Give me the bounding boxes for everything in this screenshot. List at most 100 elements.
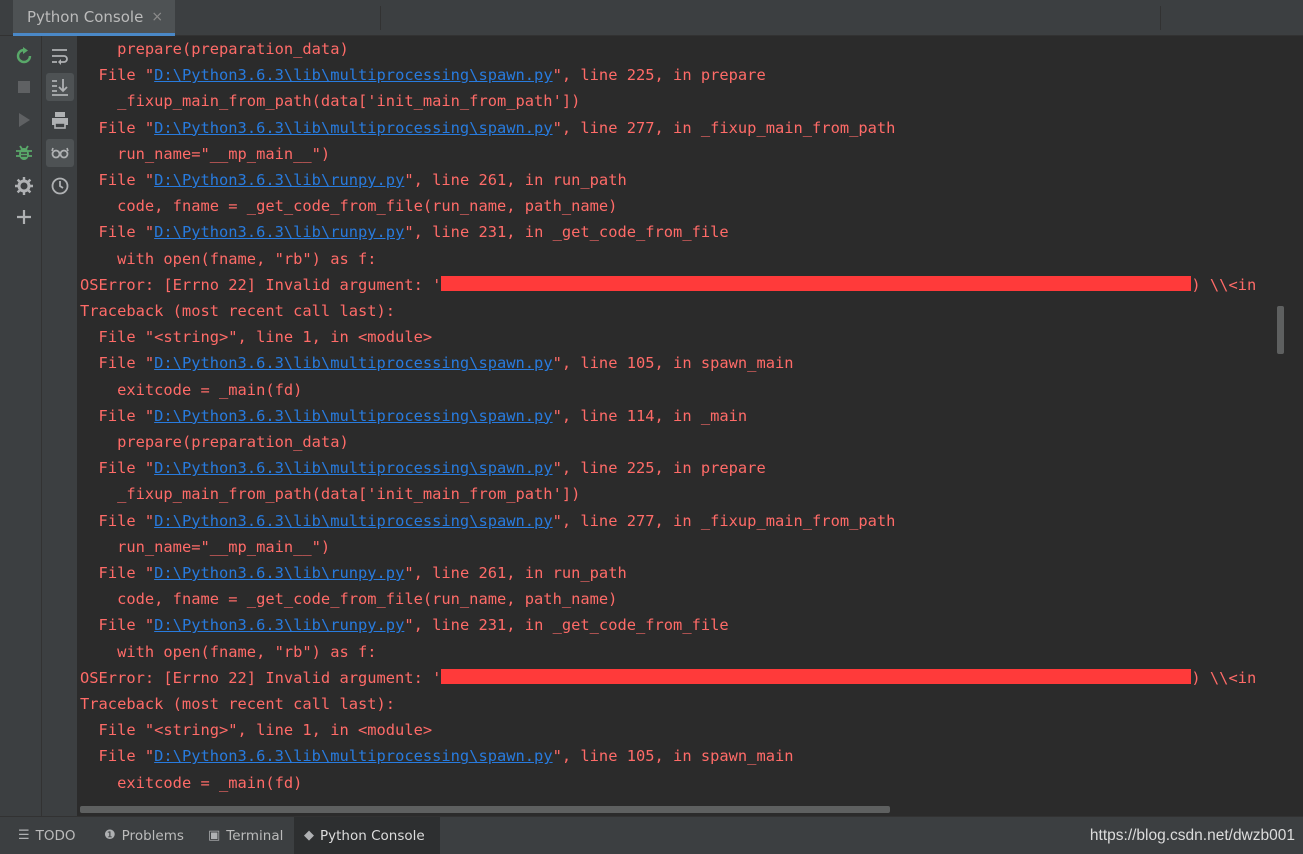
console-line: run_name="__mp_main__") — [80, 534, 330, 560]
console-text: exitcode = _main(fd) — [117, 773, 303, 792]
console-line: File "D:\Python3.6.3\lib\multiprocessing… — [80, 743, 794, 769]
console-text: code, fname = _get_code_from_file(run_na… — [117, 197, 618, 216]
console-output[interactable]: prepare(preparation_data) File "D:\Pytho… — [78, 36, 1290, 808]
terminal-icon: ▣ — [208, 828, 221, 843]
console-text: ) \\<in — [1191, 668, 1257, 687]
console-line: run_name="__mp_main__") — [80, 141, 330, 167]
tab-terminal[interactable]: ▣ Terminal — [198, 817, 293, 854]
tab-python-console[interactable]: Python Console × — [13, 0, 176, 36]
rerun-icon[interactable] — [10, 42, 38, 70]
console-text: File " — [98, 118, 155, 137]
console-text: File "<string>", line 1, in <module> — [98, 328, 433, 347]
close-icon[interactable]: × — [151, 9, 163, 25]
console-text: File " — [98, 459, 155, 478]
redacted-path — [441, 276, 1192, 292]
python-icon: ◆ — [304, 828, 314, 843]
file-link[interactable]: D:\Python3.6.3\lib\runpy.py — [154, 171, 404, 189]
debug-icon[interactable] — [10, 139, 38, 167]
console-line: prepare(preparation_data) — [80, 429, 349, 455]
file-link[interactable]: D:\Python3.6.3\lib\multiprocessing\spawn… — [154, 747, 552, 765]
history-icon[interactable] — [46, 172, 74, 200]
stop-icon[interactable] — [10, 73, 38, 101]
console-line: code, fname = _get_code_from_file(run_na… — [80, 586, 617, 612]
tab-python-console-bottom[interactable]: ◆ Python Console — [294, 817, 440, 854]
console-line: exitcode = _main(fd) — [80, 770, 302, 796]
console-text: with open(fname, "rb") as f: — [117, 249, 377, 268]
file-link[interactable]: D:\Python3.6.3\lib\runpy.py — [154, 616, 404, 634]
settings-icon[interactable] — [10, 172, 38, 200]
console-line: _fixup_main_from_path(data['init_main_fr… — [80, 481, 580, 507]
file-link[interactable]: D:\Python3.6.3\lib\runpy.py — [154, 564, 404, 582]
tab-todo[interactable]: ☰ TODO — [8, 817, 86, 854]
tab-python-console-label: Python Console — [320, 827, 425, 844]
console-text: ", line 277, in _fixup_main_from_path — [552, 511, 896, 530]
console-toolbar-primary — [0, 36, 42, 816]
console-text: ", line 261, in run_path — [404, 564, 627, 582]
console-text: prepare(preparation_data) — [117, 433, 349, 451]
console-line: OSError: [Errno 22] Invalid argument: ')… — [80, 665, 1256, 691]
console-text: code, fname = _get_code_from_file(run_na… — [117, 590, 618, 609]
horizontal-scrollbar[interactable] — [80, 806, 890, 813]
console-text: ", line 225, in prepare — [552, 459, 766, 478]
console-line: exitcode = _main(fd) — [80, 377, 302, 403]
console-line: File "D:\Python3.6.3\lib\runpy.py", line… — [80, 219, 729, 245]
vertical-scrollbar[interactable] — [1277, 306, 1284, 354]
problems-icon: ❶ — [104, 828, 116, 843]
console-line: File "D:\Python3.6.3\lib\multiprocessing… — [80, 403, 748, 429]
console-line: File "D:\Python3.6.3\lib\multiprocessing… — [80, 508, 896, 534]
console-text: Traceback (most recent call last): — [80, 302, 396, 320]
console-text: exitcode = _main(fd) — [117, 380, 303, 399]
file-link[interactable]: D:\Python3.6.3\lib\runpy.py — [154, 223, 404, 241]
console-text: ", line 231, in _get_code_from_file — [404, 616, 729, 635]
tab-divider — [380, 6, 381, 30]
console-line: File "D:\Python3.6.3\lib\runpy.py", line… — [80, 167, 627, 193]
console-line: File "D:\Python3.6.3\lib\multiprocessing… — [80, 115, 896, 141]
console-line: File "D:\Python3.6.3\lib\multiprocessing… — [80, 350, 794, 376]
console-text: File " — [98, 616, 155, 635]
file-link[interactable]: D:\Python3.6.3\lib\multiprocessing\spawn… — [154, 407, 552, 425]
tab-problems-label: Problems — [121, 827, 184, 844]
file-link[interactable]: D:\Python3.6.3\lib\multiprocessing\spawn… — [154, 354, 552, 372]
console-text: File " — [98, 354, 155, 373]
redacted-path — [441, 669, 1192, 685]
console-line: _fixup_main_from_path(data['init_main_fr… — [80, 88, 580, 114]
console-text: ", line 105, in spawn_main — [552, 354, 794, 373]
console-line: prepare(preparation_data) — [80, 36, 349, 62]
soft-wrap-icon[interactable] — [46, 42, 74, 70]
console-text: File " — [98, 511, 155, 530]
file-link[interactable]: D:\Python3.6.3\lib\multiprocessing\spawn… — [154, 459, 552, 477]
console-text: ) \\<in — [1191, 275, 1257, 294]
show-variables-icon[interactable] — [46, 139, 74, 167]
console-text: File " — [98, 171, 155, 189]
todo-icon: ☰ — [18, 828, 30, 843]
console-text: ", line 105, in spawn_main — [552, 747, 794, 766]
console-line: File "D:\Python3.6.3\lib\multiprocessing… — [80, 62, 766, 88]
console-line: with open(fname, "rb") as f: — [80, 246, 377, 272]
console-text: ", line 225, in prepare — [552, 66, 766, 85]
file-link[interactable]: D:\Python3.6.3\lib\multiprocessing\spawn… — [154, 512, 552, 530]
console-line: with open(fname, "rb") as f: — [80, 639, 377, 665]
file-link[interactable]: D:\Python3.6.3\lib\multiprocessing\spawn… — [154, 119, 552, 137]
add-icon[interactable] — [10, 203, 38, 231]
console-line: File "<string>", line 1, in <module> — [80, 717, 433, 743]
console-text: run_name="__mp_main__") — [117, 144, 331, 163]
console-text: run_name="__mp_main__") — [117, 537, 331, 556]
console-text: prepare(preparation_data) — [117, 40, 349, 58]
run-icon[interactable] — [10, 106, 38, 134]
console-text: with open(fname, "rb") as f: — [117, 642, 377, 661]
file-link[interactable]: D:\Python3.6.3\lib\multiprocessing\spawn… — [154, 66, 552, 84]
console-line: File "D:\Python3.6.3\lib\runpy.py", line… — [80, 560, 627, 586]
console-text: File " — [98, 66, 155, 85]
tab-terminal-label: Terminal — [226, 827, 284, 844]
console-text: _fixup_main_from_path(data['init_main_fr… — [117, 92, 581, 111]
console-text: Traceback (most recent call last): — [80, 695, 396, 713]
print-icon[interactable] — [46, 106, 74, 134]
tab-problems[interactable]: ❶ Problems — [94, 817, 194, 854]
console-text: File "<string>", line 1, in <module> — [98, 721, 433, 740]
console-line: code, fname = _get_code_from_file(run_na… — [80, 193, 617, 219]
scroll-to-end-icon[interactable] — [46, 73, 74, 101]
console-text: ", line 231, in _get_code_from_file — [404, 223, 729, 242]
console-text: File " — [98, 564, 155, 582]
console-text: File " — [98, 406, 155, 425]
tab-title: Python Console — [27, 7, 144, 26]
